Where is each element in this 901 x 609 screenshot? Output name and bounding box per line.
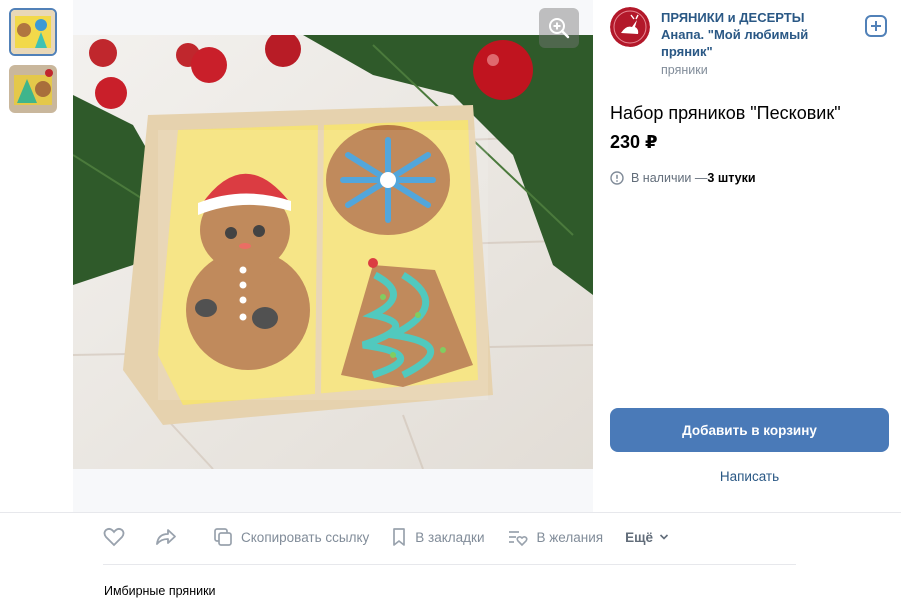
share-icon — [156, 529, 176, 545]
availability: В наличии — 3 штуки — [610, 171, 756, 185]
shop-avatar[interactable] — [610, 7, 650, 47]
wishlist-button[interactable]: В желания — [507, 527, 604, 547]
product-info-panel: ПРЯНИКИ и ДЕСЕРТЫ Анапа. "Мой любимый пр… — [593, 0, 901, 512]
shop-name-link[interactable]: ПРЯНИКИ и ДЕСЕРТЫ Анапа. "Мой любимый пр… — [661, 9, 851, 60]
share-button[interactable] — [155, 527, 185, 547]
product-description: Имбирные пряники — [104, 584, 216, 598]
deer-logo-icon — [610, 7, 650, 47]
product-title: Набор пряников "Песковик" — [610, 103, 841, 123]
availability-count: 3 штуки — [707, 171, 756, 185]
thumbnail-strip — [0, 0, 73, 512]
write-message-link[interactable]: Написать — [610, 469, 889, 484]
divider — [103, 564, 796, 565]
product-price: 230 ₽ — [610, 132, 658, 152]
divider — [0, 512, 901, 513]
bookmark-label: В закладки — [415, 529, 485, 545]
add-to-cart-button[interactable]: Добавить в корзину — [610, 408, 889, 452]
copy-icon — [214, 528, 232, 546]
copy-link-button[interactable]: Скопировать ссылку — [213, 527, 369, 547]
zoom-button[interactable] — [539, 8, 579, 48]
thumbnail-2-image — [9, 65, 57, 113]
heart-icon — [103, 527, 125, 547]
shop-category[interactable]: пряники — [661, 63, 708, 77]
gingerbread-set-photo — [73, 35, 593, 469]
zoom-in-icon — [549, 18, 570, 39]
thumbnail-1-image — [11, 10, 55, 54]
copy-link-label: Скопировать ссылку — [241, 529, 370, 545]
product-photo[interactable] — [73, 35, 593, 469]
more-button[interactable]: Ещё — [625, 530, 677, 545]
like-button[interactable] — [103, 527, 133, 547]
thumbnail-2[interactable] — [9, 65, 57, 113]
availability-prefix: В наличии — — [631, 171, 708, 185]
wishlist-label: В желания — [536, 529, 604, 545]
thumbnail-1[interactable] — [9, 8, 57, 56]
photo-viewer — [73, 0, 593, 512]
info-icon — [610, 171, 624, 185]
chevron-down-icon — [659, 534, 669, 540]
plus-icon — [871, 21, 881, 31]
subscribe-button[interactable] — [865, 15, 887, 37]
more-label: Ещё — [625, 529, 653, 545]
wishlist-icon — [508, 531, 528, 547]
action-bar: Скопировать ссылку В закладки В желания … — [103, 522, 699, 552]
bookmark-button[interactable]: В закладки — [391, 527, 485, 547]
bookmark-icon — [393, 528, 406, 546]
